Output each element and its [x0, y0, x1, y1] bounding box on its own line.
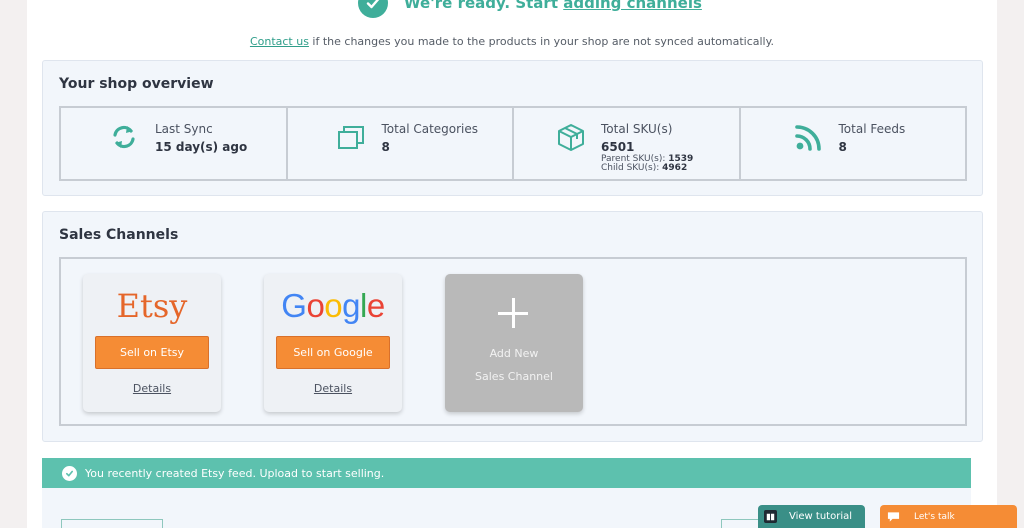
- etsy-details-link[interactable]: Details: [83, 382, 221, 395]
- add-channel-card[interactable]: Add New Sales Channel: [445, 274, 583, 412]
- feed-notice-bar: You recently created Etsy feed. Upload t…: [42, 458, 971, 488]
- categories-icon: [337, 126, 364, 149]
- sku-label: Total SKU(s): [601, 122, 673, 136]
- add-channel-label-line2: Sales Channel: [475, 370, 553, 383]
- sell-on-etsy-button[interactable]: Sell on Etsy: [95, 336, 209, 369]
- categories-value: 8: [381, 140, 390, 154]
- book-icon: [764, 510, 777, 523]
- child-sku-line: Child SKU(s): 4962: [601, 163, 687, 173]
- checkmark-icon: [358, 0, 388, 18]
- package-icon: [558, 124, 584, 151]
- sku-value: 6501: [601, 140, 635, 154]
- ready-text: We're ready. Start: [404, 0, 558, 12]
- view-tutorial-button[interactable]: View tutorial: [758, 505, 865, 528]
- feeds-stat: Total Feeds 8: [741, 108, 966, 179]
- child-sku-label: Child SKU(s):: [601, 163, 660, 173]
- child-sku-value: 4962: [662, 163, 688, 173]
- ready-header: We're ready. Start adding channels: [358, 0, 702, 18]
- last-sync-stat: Last Sync 15 day(s) ago: [61, 108, 288, 179]
- overview-stats: Last Sync 15 day(s) ago Total Categories…: [59, 106, 967, 181]
- google-logo-text: Google: [281, 287, 385, 324]
- add-channel-label: Add New Sales Channel: [445, 342, 583, 388]
- sales-channels-panel: Sales Channels Etsy Sell on Etsy Details…: [42, 211, 983, 442]
- sell-on-google-button[interactable]: Sell on Google: [276, 336, 390, 369]
- sku-stat: Total SKU(s) 6501 Parent SKU(s): 1539 Ch…: [514, 108, 741, 179]
- rss-icon: [794, 125, 821, 151]
- last-sync-label: Last Sync: [155, 122, 213, 136]
- lets-talk-button[interactable]: Let's talk: [880, 505, 1017, 528]
- shop-overview-panel: Your shop overview Last Sync 15 day(s) a…: [42, 60, 983, 196]
- categories-stat: Total Categories 8: [288, 108, 514, 179]
- shop-overview-title: Your shop overview: [59, 76, 214, 92]
- contact-message-text: if the changes you made to the products …: [308, 35, 775, 48]
- contact-message: Contact us if the changes you made to th…: [0, 35, 1024, 48]
- etsy-channel-card: Etsy Sell on Etsy Details: [83, 274, 221, 412]
- add-channel-label-line1: Add New: [489, 347, 539, 360]
- google-channel-card: Google Sell on Google Details: [264, 274, 402, 412]
- view-tutorial-label: View tutorial: [789, 511, 853, 522]
- sales-channels-list: Etsy Sell on Etsy Details Google Sell on…: [59, 257, 967, 426]
- contact-us-link[interactable]: Contact us: [250, 35, 309, 48]
- google-logo: Google: [264, 286, 402, 326]
- chat-icon: [887, 511, 900, 522]
- feed-notice-text: You recently created Etsy feed. Upload t…: [85, 466, 385, 480]
- plus-icon: [498, 298, 530, 330]
- adding-channels-link[interactable]: adding channels: [563, 0, 702, 12]
- feeds-label: Total Feeds: [838, 122, 906, 136]
- notice-check-icon: [62, 465, 77, 481]
- notice-body-box: [61, 519, 163, 528]
- categories-label: Total Categories: [381, 122, 479, 136]
- ready-title: We're ready. Start adding channels: [404, 0, 702, 12]
- sync-icon: [113, 125, 135, 149]
- lets-talk-label: Let's talk: [914, 511, 955, 522]
- google-details-link[interactable]: Details: [264, 382, 402, 395]
- feeds-value: 8: [838, 140, 847, 154]
- sales-channels-title: Sales Channels: [59, 227, 179, 243]
- etsy-logo: Etsy: [116, 287, 188, 325]
- last-sync-value: 15 day(s) ago: [155, 140, 248, 154]
